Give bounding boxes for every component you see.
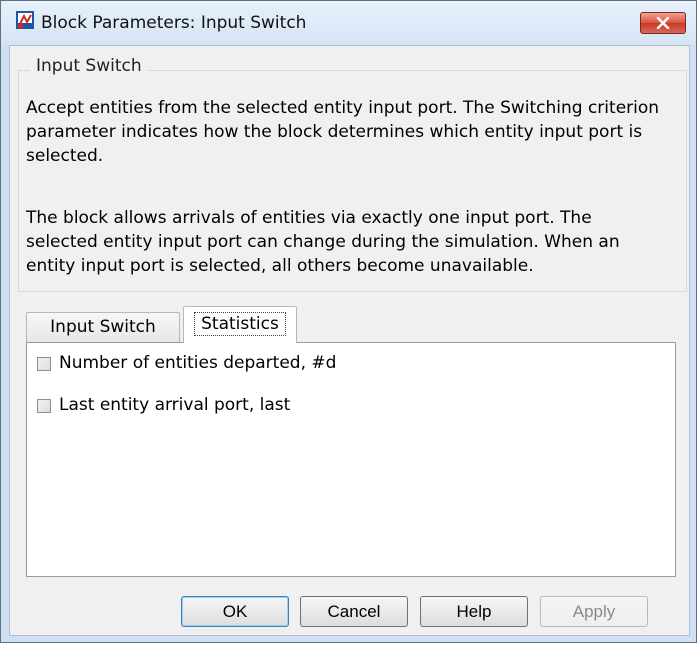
tab-input-switch[interactable]: Input Switch: [26, 312, 180, 342]
dialog-client-area: Input Switch Accept entities from the se…: [9, 45, 690, 636]
description-paragraph-2: The block allows arrivals of entities vi…: [26, 208, 620, 276]
tab-statistics[interactable]: Statistics: [183, 306, 297, 343]
last-entity-arrival-port-option[interactable]: Last entity arrival port, last: [37, 395, 290, 415]
statistics-tab-panel: Number of entities departed, #d Last ent…: [26, 342, 676, 577]
last-entity-arrival-port-label: Last entity arrival port, last: [59, 395, 291, 415]
number-entities-departed-option[interactable]: Number of entities departed, #d: [37, 353, 336, 373]
number-entities-departed-label: Number of entities departed, #d: [59, 353, 337, 373]
close-icon: [656, 17, 670, 29]
description-paragraph-1: Accept entities from the selected entity…: [26, 98, 660, 166]
tab-statistics-label: Statistics: [194, 312, 286, 336]
group-title: Input Switch: [30, 56, 148, 76]
tab-input-switch-label: Input Switch: [50, 317, 156, 337]
title-bar[interactable]: Block Parameters: Input Switch: [1, 1, 696, 45]
ok-button[interactable]: OK: [181, 596, 289, 627]
window-title: Block Parameters: Input Switch: [41, 13, 307, 33]
last-entity-arrival-port-checkbox[interactable]: [37, 399, 51, 413]
apply-button[interactable]: Apply: [540, 596, 648, 627]
cancel-button[interactable]: Cancel: [300, 596, 408, 627]
block-parameters-dialog: Block Parameters: Input Switch Input Swi…: [0, 0, 697, 643]
number-entities-departed-checkbox[interactable]: [37, 357, 51, 371]
close-button[interactable]: [640, 12, 686, 34]
help-button[interactable]: Help: [420, 596, 528, 627]
block-parameters-icon: [15, 10, 35, 30]
